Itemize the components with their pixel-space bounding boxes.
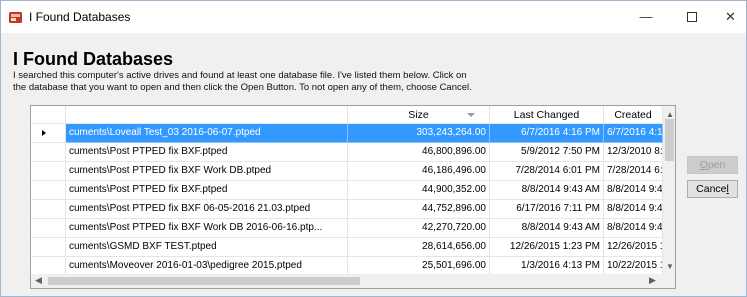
cell-path[interactable]: cuments\Post PTPED fix BXF.ptped — [66, 181, 348, 200]
table-row[interactable]: cuments\Post PTPED fix BXF.ptped 46,800,… — [31, 143, 663, 162]
title-bar[interactable]: I Found Databases — ✕ — [1, 1, 746, 33]
cell-size[interactable]: 303,243,264.00 — [348, 124, 490, 143]
cell-size[interactable]: 46,186,496.00 — [348, 162, 490, 181]
cell-path[interactable]: cuments\Post PTPED fix BXF 06-05-2016 21… — [66, 200, 348, 219]
grid-viewport: Size Last Changed Created cuments\Loveal… — [31, 106, 663, 274]
table-row[interactable]: cuments\GSMD BXF TEST.ptped 28,614,656.0… — [31, 238, 663, 257]
header-row-selector — [31, 106, 66, 124]
cell-last-changed[interactable]: 6/7/2016 4:16 PM — [490, 124, 604, 143]
cancel-button[interactable]: Cance l — [687, 180, 738, 198]
header-created-label: Created — [614, 108, 652, 121]
cancel-button-mnemonic: l — [726, 183, 729, 195]
open-button-mnemonic: O — [699, 159, 708, 171]
row-selector[interactable] — [31, 257, 66, 274]
row-selector[interactable] — [31, 143, 66, 162]
cell-last-changed[interactable]: 8/8/2014 9:43 AM — [490, 181, 604, 200]
cell-last-changed[interactable]: 7/28/2014 6:01 PM — [490, 162, 604, 181]
cell-size[interactable]: 46,800,896.00 — [348, 143, 490, 162]
cell-last-changed[interactable]: 12/26/2015 1:23 PM — [490, 238, 604, 257]
cell-size[interactable]: 42,270,720.00 — [348, 219, 490, 238]
cell-size[interactable]: 28,614,656.00 — [348, 238, 490, 257]
cell-created[interactable]: 7/28/2014 6:01 ... — [604, 162, 663, 181]
maximize-icon — [687, 11, 697, 22]
header-created[interactable]: Created — [604, 106, 663, 124]
open-button[interactable]: Open — [687, 156, 738, 174]
scroll-up-icon[interactable]: ▲ — [666, 110, 674, 119]
cell-path[interactable]: cuments\Moveover 2016-01-03\pedigree 201… — [66, 257, 348, 274]
cell-last-changed[interactable]: 1/3/2016 4:13 PM — [490, 257, 604, 274]
minimize-icon: — — [639, 9, 653, 24]
table-row[interactable]: cuments\Loveall Test_03 2016-06-07.ptped… — [31, 124, 663, 143]
description-line-1: I searched this computer's active drives… — [13, 70, 467, 81]
cell-created[interactable]: 8/8/2014 9:43 AM — [604, 219, 663, 238]
dialog-heading: I Found Databases — [13, 49, 174, 69]
scroll-down-icon[interactable]: ▼ — [666, 262, 674, 271]
row-selector[interactable] — [31, 124, 66, 143]
table-row[interactable]: cuments\Post PTPED fix BXF 06-05-2016 21… — [31, 200, 663, 219]
horizontal-scroll-thumb[interactable] — [48, 277, 360, 285]
maximize-button[interactable] — [669, 1, 715, 32]
cell-created[interactable]: 12/3/2010 8:51 ... — [604, 143, 663, 162]
cell-size[interactable]: 44,900,352.00 — [348, 181, 490, 200]
table-row[interactable]: cuments\Post PTPED fix BXF Work DB.ptped… — [31, 162, 663, 181]
dialog-window: I Found Databases — ✕ I Found Databases … — [0, 0, 747, 297]
row-selector[interactable] — [31, 162, 66, 181]
scrollbar-corner — [663, 274, 675, 288]
scroll-left-icon[interactable]: ◀ — [35, 275, 42, 286]
sort-descending-icon — [467, 113, 475, 117]
vertical-scrollbar[interactable]: ▲ ▼ — [663, 106, 675, 274]
cell-path[interactable]: cuments\Post PTPED fix BXF Work DB 2016-… — [66, 219, 348, 238]
row-selector[interactable] — [31, 238, 66, 257]
horizontal-scrollbar[interactable]: ◀ ▶ — [31, 274, 663, 288]
row-selector[interactable] — [31, 181, 66, 200]
cell-created[interactable]: 8/8/2014 9:43 AM — [604, 181, 663, 200]
cancel-button-label-pre: Cance — [696, 183, 727, 195]
table-row[interactable]: cuments\Post PTPED fix BXF Work DB 2016-… — [31, 219, 663, 238]
database-grid[interactable]: Size Last Changed Created cuments\Loveal… — [30, 105, 676, 289]
window-title: I Found Databases — [29, 10, 131, 24]
scroll-right-icon[interactable]: ▶ — [649, 275, 656, 286]
table-row[interactable]: cuments\Moveover 2016-01-03\pedigree 201… — [31, 257, 663, 274]
cell-created[interactable]: 12/26/2015 1:23... — [604, 238, 663, 257]
table-row[interactable]: cuments\Post PTPED fix BXF.ptped 44,900,… — [31, 181, 663, 200]
row-selector[interactable] — [31, 200, 66, 219]
close-button[interactable]: ✕ — [715, 1, 746, 32]
cell-last-changed[interactable]: 5/9/2012 7:50 PM — [490, 143, 604, 162]
cell-path[interactable]: cuments\Post PTPED fix BXF.ptped — [66, 143, 348, 162]
header-last-changed-label: Last Changed — [513, 108, 580, 121]
cell-created[interactable]: 10/22/2015 1:25... — [604, 257, 663, 274]
cell-path[interactable]: cuments\GSMD BXF TEST.ptped — [66, 238, 348, 257]
cell-last-changed[interactable]: 6/17/2016 7:11 PM — [490, 200, 604, 219]
cell-path[interactable]: cuments\Loveall Test_03 2016-06-07.ptped — [66, 124, 348, 143]
row-pointer-icon — [42, 130, 46, 136]
dialog-description: I searched this computer's active drives… — [13, 70, 573, 93]
cell-size[interactable]: 25,501,696.00 — [348, 257, 490, 274]
cell-path[interactable]: cuments\Post PTPED fix BXF Work DB.ptped — [66, 162, 348, 181]
vertical-scroll-thumb[interactable] — [665, 119, 674, 161]
minimize-button[interactable]: — — [623, 1, 669, 32]
description-line-2: the database that you want to open and t… — [13, 81, 472, 93]
header-path[interactable] — [66, 106, 348, 124]
cell-created[interactable]: 8/8/2014 9:43 AM — [604, 200, 663, 219]
header-size[interactable]: Size — [348, 106, 490, 124]
cell-size[interactable]: 44,752,896.00 — [348, 200, 490, 219]
cell-last-changed[interactable]: 8/8/2014 9:43 AM — [490, 219, 604, 238]
open-button-label-post: pen — [707, 159, 726, 171]
row-selector[interactable] — [31, 219, 66, 238]
close-icon: ✕ — [725, 8, 736, 24]
app-icon — [9, 12, 22, 23]
header-last-changed[interactable]: Last Changed — [490, 106, 604, 124]
cell-created[interactable]: 6/7/2016 4:16 PM — [604, 124, 663, 143]
